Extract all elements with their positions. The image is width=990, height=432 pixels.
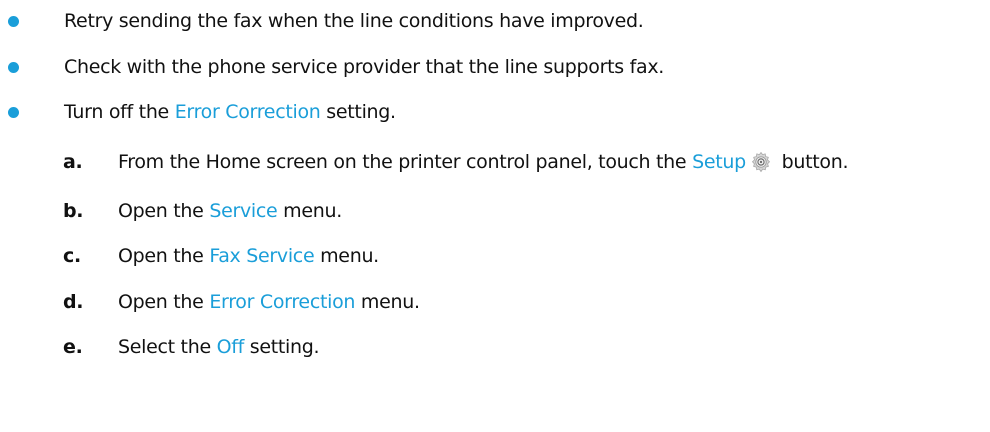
step-text: Open the Service menu. [118,196,342,226]
step-letter: b. [63,200,84,222]
step-text-post: menu. [355,291,420,313]
step-letter: a. [63,151,83,173]
step-letter: d. [63,291,84,313]
bullet-dot [8,107,19,118]
bullet-dot [8,16,19,27]
fax-service-link[interactable]: Fax Service [209,245,314,267]
step-letter: e. [63,336,83,358]
step-text: Open the Error Correction menu. [118,287,420,317]
step-text-pre: Open the [118,245,210,267]
step-text-post: menu. [277,200,342,222]
bullet-dot [8,62,19,73]
step-text-pre: From the Home screen on the printer cont… [118,151,693,173]
step-text-pre: Open the [118,291,210,313]
error-correction-link[interactable]: Error Correction [209,291,355,313]
document-page: Retry sending the fax when the line cond… [0,0,990,432]
bullet-text: Turn off the Error Correction setting. [64,97,396,127]
step-text: Select the Off setting. [118,332,320,362]
bullet-text-post: setting. [320,101,396,123]
step-text: From the Home screen on the printer cont… [118,147,849,177]
error-correction-link[interactable]: Error Correction [175,101,321,123]
setup-link[interactable]: Setup [692,151,746,173]
step-text-post: button. [775,151,849,173]
service-link[interactable]: Service [209,200,277,222]
step-text-pre: Select the [118,336,217,358]
bullet-text: Retry sending the fax when the line cond… [64,10,644,32]
bullet-text: Check with the phone service provider th… [64,56,665,78]
step-text-post: menu. [314,245,379,267]
off-link[interactable]: Off [217,336,245,358]
step-letter: c. [63,245,81,267]
step-text-post: setting. [244,336,320,358]
step-text-pre: Open the [118,200,210,222]
step-text: Open the Fax Service menu. [118,241,379,271]
bullet-text-pre: Turn off the [64,101,175,123]
gear-icon [750,151,772,173]
